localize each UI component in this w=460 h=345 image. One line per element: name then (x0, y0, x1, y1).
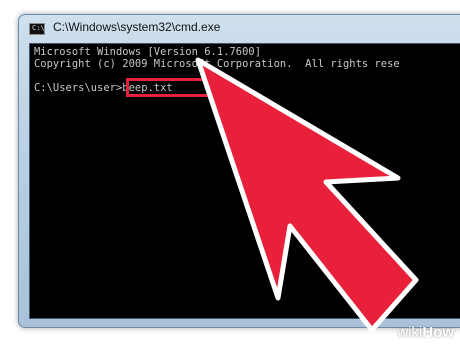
cmd-window: C:\ C:\Windows\system32\cmd.exe Microsof… (18, 14, 460, 328)
command-highlight-box (126, 78, 214, 97)
window-title: C:\Windows\system32\cmd.exe (53, 20, 221, 34)
watermark-prefix: wiki (397, 324, 423, 341)
title-bar[interactable]: C:\ C:\Windows\system32\cmd.exe (19, 15, 460, 43)
wikihow-watermark: wikiHow (397, 324, 454, 341)
console-icon: C:\ (29, 23, 45, 35)
console-line-version: Microsoft Windows [Version 6.1.7600] (34, 46, 262, 58)
console-line-copyright: Copyright (c) 2009 Microsoft Corporation… (34, 58, 400, 70)
screenshot-stage: C:\ C:\Windows\system32\cmd.exe Microsof… (0, 0, 460, 345)
console-output[interactable]: Microsoft Windows [Version 6.1.7600] Cop… (29, 43, 460, 319)
watermark-suffix: How (422, 324, 454, 341)
